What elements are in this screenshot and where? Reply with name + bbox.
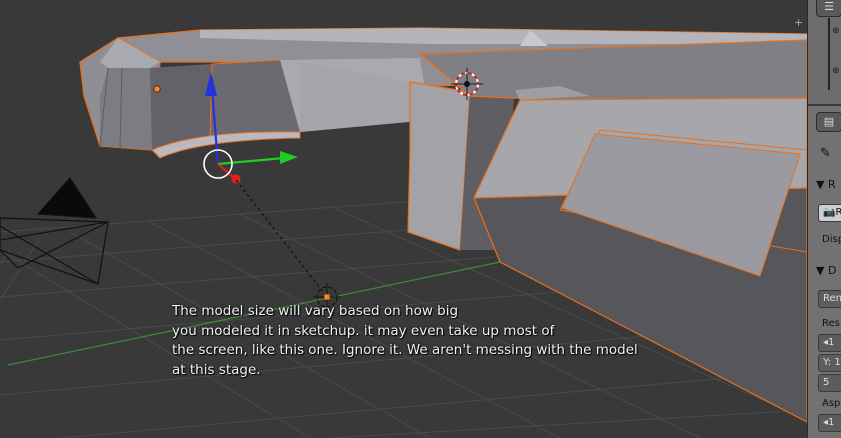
render-preset-dropdown[interactable]: Ren: [818, 290, 841, 308]
pin-icon[interactable]: ✎: [820, 146, 831, 161]
tutorial-caption: The model size will vary based on how bi…: [172, 302, 642, 380]
render-button[interactable]: 📷R: [818, 204, 841, 222]
resolution-x-value: 1: [828, 337, 835, 348]
outliner-hierarchy-line: [828, 18, 830, 90]
object-origin-dot[interactable]: [153, 85, 161, 93]
aspect-label: Asp: [822, 398, 841, 409]
render-panel-label: R: [827, 178, 836, 191]
expand-icon[interactable]: ⊕: [832, 66, 840, 76]
viewport-split-corner[interactable]: +: [794, 16, 803, 29]
outliner-editor-icon[interactable]: ☰: [816, 0, 841, 17]
properties-editor-icon[interactable]: ▤: [816, 112, 841, 132]
outliner-panel[interactable]: ☰ ⊕ ⊕: [808, 0, 841, 106]
caption-line: you modeled it in sketchup. it may even …: [172, 322, 555, 339]
resolution-label: Res: [822, 318, 840, 329]
parent-relationship-line: [235, 179, 328, 298]
aspect-x-field[interactable]: ◂1: [818, 414, 841, 432]
dimensions-panel-header[interactable]: ▼ D: [816, 264, 836, 277]
properties-editor[interactable]: ▤ ✎ ▼ R 📷R Disp ▼ D Ren Res ◂1 Y: 1 5: [808, 106, 841, 438]
blender-window: + The model size will vary based on how …: [0, 0, 841, 438]
camera-icon: 📷: [823, 207, 836, 218]
resolution-y-value: Y: 1: [823, 357, 841, 368]
expand-icon[interactable]: ⊕: [832, 26, 840, 36]
aspect-x-value: 1: [828, 417, 835, 428]
render-button-label: R: [835, 207, 841, 218]
display-label: Disp: [822, 234, 841, 245]
dimensions-panel-label: D: [827, 264, 837, 277]
triangle-down-icon: ▼: [816, 264, 825, 277]
caption-line: The model size will vary based on how bi…: [172, 303, 459, 319]
caption-line: the screen, like this one. Ignore it. We…: [172, 342, 638, 358]
render-panel-header[interactable]: ▼ R: [816, 178, 836, 191]
resolution-y-field[interactable]: Y: 1: [818, 354, 841, 372]
3d-viewport[interactable]: + The model size will vary based on how …: [0, 0, 807, 438]
resolution-percentage-field[interactable]: 5: [818, 374, 841, 392]
resolution-x-field[interactable]: ◂1: [818, 334, 841, 352]
right-side-panels: ☰ ⊕ ⊕ ▤ ✎ ▼ R 📷R Disp ▼ D Ren Res ◂1: [807, 0, 841, 438]
triangle-down-icon: ▼: [816, 178, 825, 191]
caption-line: at this stage.: [172, 361, 261, 378]
